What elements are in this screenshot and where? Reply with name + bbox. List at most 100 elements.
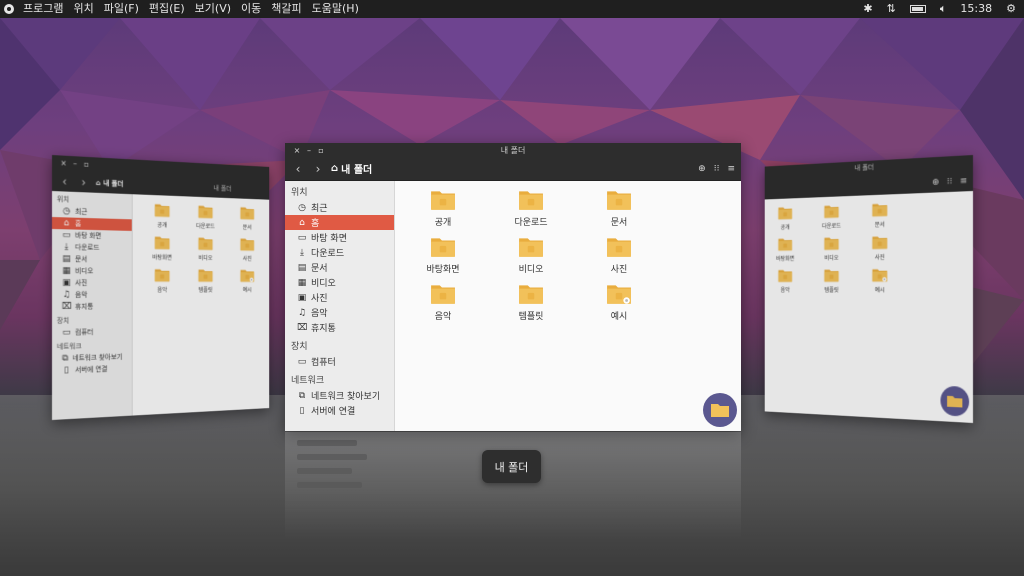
folder-item-template[interactable]: 템플릿	[812, 268, 852, 294]
menu-bookmarks[interactable]: 책갈피	[266, 0, 306, 18]
folder-item-person[interactable]: 공개	[766, 205, 804, 231]
file-manager-window-right[interactable]: 내 폴더 ⊕ ⁝⁝ ≡ 공개 다운로드 문서 바탕화면 비디오 사진 음악 템플릿 예시	[765, 155, 973, 423]
folder-item-monitor[interactable]: 바탕화면	[405, 236, 481, 275]
window-tooltip: 내 폴더	[482, 450, 541, 483]
film-icon: ▦	[62, 266, 72, 276]
folder-fab-button[interactable]	[703, 393, 737, 427]
forward-button[interactable]: ›	[311, 162, 325, 176]
folder-item-person[interactable]: 공개	[405, 189, 481, 228]
forward-button[interactable]: ›	[77, 175, 90, 189]
grid-view-icon[interactable]: ⁝⁝	[714, 164, 720, 174]
sidebar-item-downloads[interactable]: ⤓ 다운로드	[52, 241, 132, 254]
file-manager-window-left[interactable]: × – ▫ ‹ › ⌂ 내 폴더 내 폴더 위치 ◷ 최근 ⌂ 홈 ▭ 바탕 화면 ⤓ 다…	[52, 155, 269, 420]
battery-icon[interactable]	[910, 5, 926, 13]
folder-view[interactable]: 공개 다운로드 문서바탕화면 비디오 사진음악 템플릿 예시	[765, 191, 973, 423]
folder-item-download[interactable]: 다운로드	[184, 204, 227, 231]
maximize-icon[interactable]: ▫	[81, 159, 92, 168]
folder-item-doc[interactable]: 문서	[227, 205, 268, 231]
list-view-icon[interactable]: ≡	[960, 176, 967, 186]
menu-edit[interactable]: 편집(E)	[144, 0, 190, 18]
list-view-icon[interactable]: ≡	[727, 164, 735, 174]
folder-item-monitor[interactable]: 바탕화면	[140, 235, 184, 262]
folder-item-music[interactable]: 음악	[140, 268, 184, 294]
close-icon[interactable]: ×	[291, 146, 303, 155]
folder-item-image[interactable]: 사진	[581, 236, 657, 275]
menu-view[interactable]: 보기(V)	[190, 0, 236, 18]
folder-item-example[interactable]: 예시	[859, 268, 900, 294]
folder-item-example[interactable]: 예시	[581, 283, 657, 322]
sidebar-item-connect-server[interactable]: ▯ 서버에 연결	[285, 403, 394, 418]
server-icon: ▯	[62, 365, 72, 375]
folder-icon	[872, 202, 888, 217]
folder-item-example[interactable]: 예시	[227, 268, 268, 293]
sidebar-item-videos[interactable]: ▦ 비디오	[285, 275, 394, 290]
sidebar-item-pictures[interactable]: ▣ 사진	[285, 290, 394, 305]
folder-item-template[interactable]: 템플릿	[184, 268, 227, 294]
folder-item-download[interactable]: 다운로드	[493, 189, 569, 228]
folder-item-monitor[interactable]: 바탕화면	[766, 237, 804, 263]
sidebar-item-computer[interactable]: ▭ 컴퓨터	[285, 354, 394, 369]
folder-view[interactable]: 공개 다운로드 문서바탕화면 비디오 사진음악 템플릿 예시	[133, 194, 270, 415]
sidebar-item-documents[interactable]: ▤ 문서	[52, 253, 132, 266]
network-transfer-icon[interactable]: ⇅	[887, 0, 896, 18]
folder-item-image[interactable]: 사진	[227, 237, 268, 263]
sidebar-item-trash[interactable]: ⌧ 휴지통	[52, 301, 132, 313]
folder-icon	[518, 283, 544, 305]
folder-item-music[interactable]: 음악	[766, 269, 804, 294]
sidebar-item-trash[interactable]: ⌧ 휴지통	[285, 320, 394, 335]
grid-view-icon[interactable]: ⁝⁝	[947, 176, 952, 186]
gear-icon[interactable]: ⚙	[1006, 0, 1016, 18]
folder-label: 문서	[611, 215, 628, 228]
minimize-icon[interactable]: –	[69, 158, 80, 168]
sidebar-item-downloads[interactable]: ⤓ 다운로드	[285, 245, 394, 260]
volume-icon[interactable]: 🔈︎	[940, 0, 947, 18]
image-icon: ▣	[62, 278, 72, 288]
trash-icon: ⌧	[62, 302, 72, 312]
sidebar-item-pictures[interactable]: ▣ 사진	[52, 277, 132, 289]
sidebar-item-music[interactable]: ♫ 음악	[285, 305, 394, 320]
folder-item-film[interactable]: 비디오	[493, 236, 569, 275]
sidebar-item-music[interactable]: ♫ 음악	[52, 289, 132, 301]
close-icon[interactable]: ×	[58, 158, 70, 168]
butterfly-icon[interactable]: ✱	[863, 0, 872, 18]
sidebar-item-browse-network[interactable]: ⧉ 네트워크 찾아보기	[285, 388, 394, 403]
folder-item-download[interactable]: 다운로드	[812, 204, 852, 231]
menu-help[interactable]: 도움말(H)	[307, 0, 364, 18]
folder-item-person[interactable]: 공개	[140, 202, 184, 229]
menu-go[interactable]: 이동	[236, 0, 266, 18]
sidebar-item-label: 음악	[311, 306, 328, 319]
folder-item-film[interactable]: 비디오	[184, 236, 227, 262]
sidebar-item-home[interactable]: ⌂ 홈	[285, 215, 394, 230]
menu-programs[interactable]: 프로그램	[18, 0, 68, 18]
menu-places[interactable]: 위치	[68, 0, 98, 18]
sidebar-item-recent[interactable]: ◷ 최근	[285, 200, 394, 215]
maximize-icon[interactable]: ▫	[315, 146, 327, 155]
folder-item-template[interactable]: 템플릿	[493, 283, 569, 322]
folder-item-music[interactable]: 음악	[405, 283, 481, 322]
sidebar-item-desktop[interactable]: ▭ 바탕 화면	[285, 230, 394, 245]
folder-view[interactable]: 공개 다운로드 문서바탕화면 비디오 사진음악 템플릿 예시	[395, 181, 741, 431]
file-manager-window[interactable]: × – ▫ 내 폴더 ‹ › ⌂ 내 폴더 ⊕ ⁝⁝ ≡ 위치 ◷ 최근 ⌂ 홈 ▭ 바…	[285, 143, 741, 431]
folder-fab-button[interactable]	[940, 386, 969, 417]
window-titlebar[interactable]: × – ▫ 내 폴더	[285, 143, 741, 157]
sidebar-item-videos[interactable]: ▦ 비디오	[52, 265, 132, 277]
path-bar[interactable]: ⌂ 내 폴더	[96, 178, 124, 189]
sidebar-item-connect-server[interactable]: ▯ 서버에 연결	[52, 362, 132, 377]
back-button[interactable]: ‹	[291, 162, 305, 176]
location-icon[interactable]: ⊕	[698, 164, 706, 174]
distro-logo-icon[interactable]	[4, 4, 14, 14]
minimize-icon[interactable]: –	[303, 146, 315, 155]
folder-item-doc[interactable]: 문서	[859, 202, 900, 229]
location-icon[interactable]: ⊕	[932, 177, 939, 187]
folder-icon	[947, 395, 962, 408]
menu-file[interactable]: 파일(F)	[99, 0, 144, 18]
sidebar-item-documents[interactable]: ▤ 문서	[285, 260, 394, 275]
clock[interactable]: 15:38	[960, 0, 992, 18]
network-icon: ⧉	[62, 354, 69, 364]
folder-item-doc[interactable]: 문서	[581, 189, 657, 228]
path-bar[interactable]: ⌂ 내 폴더	[331, 161, 372, 176]
folder-item-image[interactable]: 사진	[859, 235, 900, 262]
folder-item-film[interactable]: 비디오	[812, 236, 852, 262]
back-button[interactable]: ‹	[58, 174, 71, 189]
reflection-line	[297, 454, 367, 460]
